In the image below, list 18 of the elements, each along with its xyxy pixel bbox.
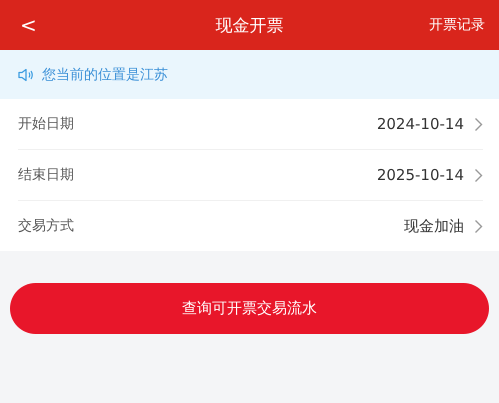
page-title: 现金开票 — [216, 14, 284, 36]
query-button[interactable]: 查询可开票交易流水 — [10, 283, 489, 334]
row-label: 交易方式 — [18, 217, 75, 235]
row-label: 结束日期 — [18, 166, 75, 184]
back-button[interactable]: < — [0, 13, 51, 37]
form-row[interactable]: 结束日期 2025-10-14 — [18, 150, 483, 201]
row-value: 2024-10-14 — [376, 115, 464, 133]
chevron-right-icon — [474, 218, 483, 234]
row-label: 开始日期 — [18, 115, 75, 133]
row-value: 2025-10-14 — [376, 166, 464, 184]
form-row[interactable]: 交易方式 现金加油 — [18, 201, 483, 251]
speaker-icon — [18, 68, 34, 82]
form-row[interactable]: 开始日期 2024-10-14 — [18, 99, 483, 150]
invoice-history-link[interactable]: 开票记录 — [429, 16, 499, 34]
chevron-right-icon — [474, 168, 483, 182]
chevron-right-icon — [474, 116, 483, 132]
row-value: 现金加油 — [404, 216, 464, 236]
location-notice: 您当前的位置是江苏 — [42, 66, 168, 84]
